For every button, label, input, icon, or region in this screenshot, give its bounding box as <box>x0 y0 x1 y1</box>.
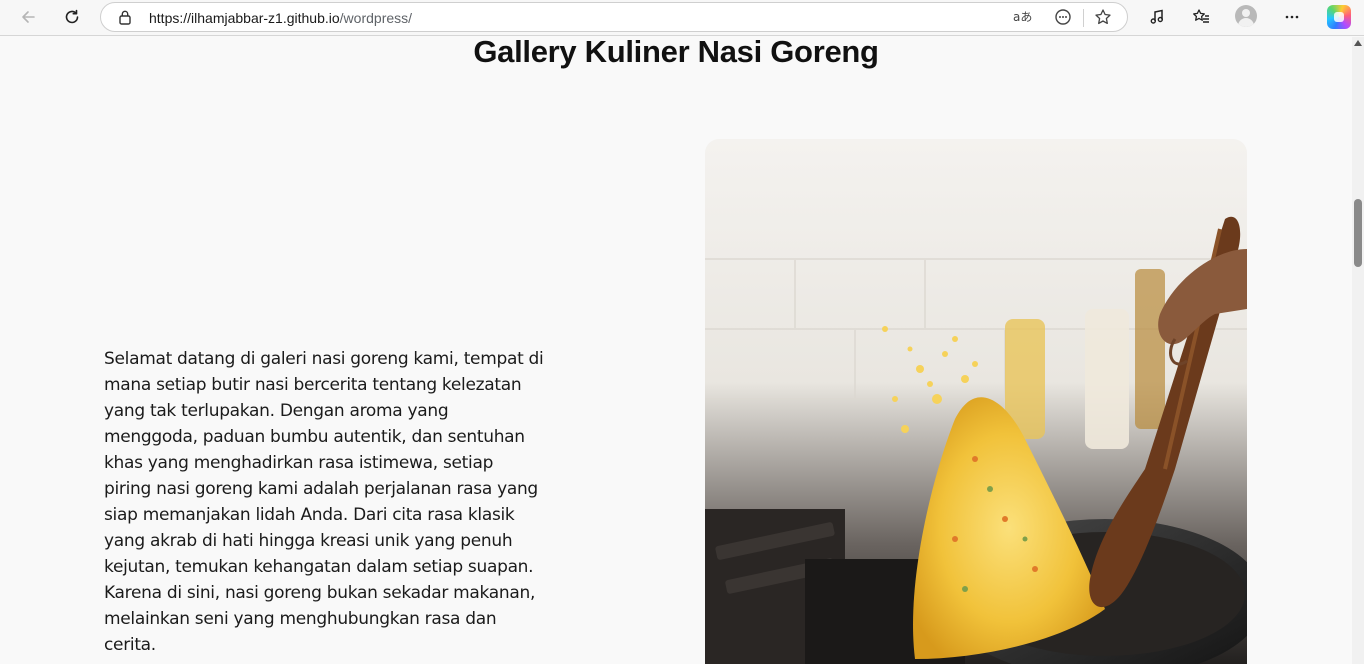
address-bar[interactable]: https://ilhamjabbar-z1.github.io/wordpre… <box>100 2 1128 32</box>
address-separator <box>1083 9 1084 27</box>
nasi-goreng-photo <box>705 139 1247 664</box>
more-menu-button[interactable] <box>1278 4 1306 30</box>
media-control-button[interactable] <box>1143 4 1171 30</box>
url-host: https://ilhamjabbar-z1.github.io <box>149 10 340 26</box>
scroll-up-arrow-icon[interactable] <box>1354 40 1362 46</box>
reload-icon <box>63 8 81 26</box>
media-control-icon <box>1148 8 1166 26</box>
address-url[interactable]: https://ilhamjabbar-z1.github.io/wordpre… <box>149 10 412 26</box>
scroll-thumb[interactable] <box>1354 199 1362 267</box>
browser-toolbar: https://ilhamjabbar-z1.github.io/wordpre… <box>0 0 1364 36</box>
page-scrollbar[interactable] <box>1352 37 1364 664</box>
page-title: Gallery Kuliner Nasi Goreng <box>473 37 879 69</box>
favorite-star-icon[interactable] <box>1090 5 1116 29</box>
url-path: /wordpress/ <box>339 10 413 26</box>
favorites-list-icon <box>1192 8 1210 26</box>
more-menu-icon <box>1283 8 1301 26</box>
back-button[interactable] <box>14 4 42 30</box>
profile-avatar[interactable] <box>1235 5 1257 27</box>
extensions-icon[interactable] <box>1050 5 1076 29</box>
read-aloud-icon[interactable]: aあ <box>1009 5 1035 29</box>
back-arrow-icon <box>19 8 37 26</box>
favorites-button[interactable] <box>1187 4 1215 30</box>
reload-button[interactable] <box>58 4 86 30</box>
copilot-icon[interactable] <box>1327 5 1351 29</box>
lock-icon[interactable] <box>118 9 132 30</box>
svg-text:aあ: aあ <box>1013 10 1032 24</box>
page-content: Gallery Kuliner Nasi Goreng Selamat data… <box>0 37 1352 664</box>
intro-paragraph: Selamat datang di galeri nasi goreng kam… <box>104 349 544 655</box>
